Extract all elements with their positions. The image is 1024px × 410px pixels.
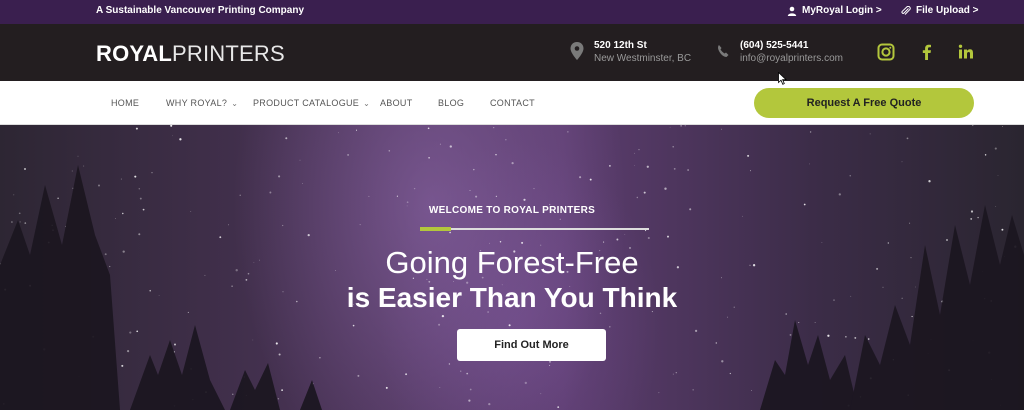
- nav-item-label: WHY ROYAL?: [166, 98, 228, 108]
- logo-bold-text: ROYAL: [96, 41, 172, 66]
- chevron-down-icon: ⌄: [231, 98, 239, 108]
- instagram-icon[interactable]: [877, 43, 895, 61]
- nav-item-why-royal[interactable]: WHY ROYAL? ⌄: [166, 98, 238, 108]
- myroyal-login-label: MyRoyal Login >: [802, 5, 882, 16]
- nav-item-label: HOME: [111, 98, 140, 108]
- logo-light-text: PRINTERS: [171, 41, 285, 66]
- nav-item-label: PRODUCT CATALOGUE: [253, 98, 360, 108]
- map-pin-icon: [570, 42, 584, 60]
- user-icon: [787, 6, 797, 16]
- nav-item-product-catalogue[interactable]: PRODUCT CATALOGUE ⌄: [253, 98, 370, 108]
- email-address[interactable]: info@royalprinters.com: [740, 52, 843, 65]
- myroyal-login-link[interactable]: MyRoyal Login >: [787, 5, 882, 16]
- nav-item-label: BLOG: [438, 98, 465, 108]
- main-nav: HOME WHY ROYAL? ⌄ PRODUCT CATALOGUE ⌄ AB…: [0, 81, 1024, 125]
- phone-number[interactable]: (604) 525-5441: [740, 39, 843, 52]
- welcome-divider: [420, 228, 649, 230]
- nav-item-contact[interactable]: CONTACT: [490, 98, 535, 108]
- chevron-down-icon: ⌄: [363, 98, 371, 108]
- hero-headline-line1: Going Forest-Free: [385, 245, 639, 280]
- company-tagline: A Sustainable Vancouver Printing Company: [96, 5, 305, 16]
- nav-item-about[interactable]: ABOUT: [380, 98, 413, 108]
- nav-item-label: ABOUT: [380, 98, 413, 108]
- find-out-more-button[interactable]: Find Out More: [457, 329, 606, 361]
- address-block: 520 12th St New Westminster, BC: [570, 39, 691, 65]
- site-logo[interactable]: ROYALPRINTERS: [96, 41, 285, 67]
- paperclip-icon: [901, 5, 911, 15]
- address-line2: New Westminster, BC: [594, 53, 692, 64]
- top-bar: A Sustainable Vancouver Printing Company…: [0, 0, 1024, 24]
- nav-item-blog[interactable]: BLOG: [438, 98, 464, 108]
- phone-email-block: (604) 525-5441 info@royalprinters.com: [716, 39, 843, 65]
- nav-item-label: CONTACT: [490, 98, 535, 108]
- file-upload-label: File Upload >: [916, 5, 979, 16]
- hero-headline-line2: is Easier Than You Think: [346, 282, 678, 313]
- welcome-eyebrow: WELCOME TO ROYAL PRINTERS: [428, 205, 596, 216]
- hero-banner: WELCOME TO ROYAL PRINTERS Going Forest-F…: [0, 125, 1024, 410]
- nav-item-home[interactable]: HOME: [111, 98, 139, 108]
- request-quote-button[interactable]: Request A Free Quote: [754, 88, 974, 118]
- file-upload-link[interactable]: File Upload >: [901, 5, 979, 16]
- welcome-divider-accent: [420, 227, 451, 231]
- phone-icon: [718, 45, 729, 57]
- mouse-cursor-icon: [778, 72, 787, 85]
- site-header: ROYALPRINTERS 520 12th St New Westminste…: [0, 24, 1024, 81]
- linkedin-icon[interactable]: [957, 43, 975, 61]
- address-line1: 520 12th St: [594, 40, 647, 51]
- facebook-icon[interactable]: [918, 43, 936, 61]
